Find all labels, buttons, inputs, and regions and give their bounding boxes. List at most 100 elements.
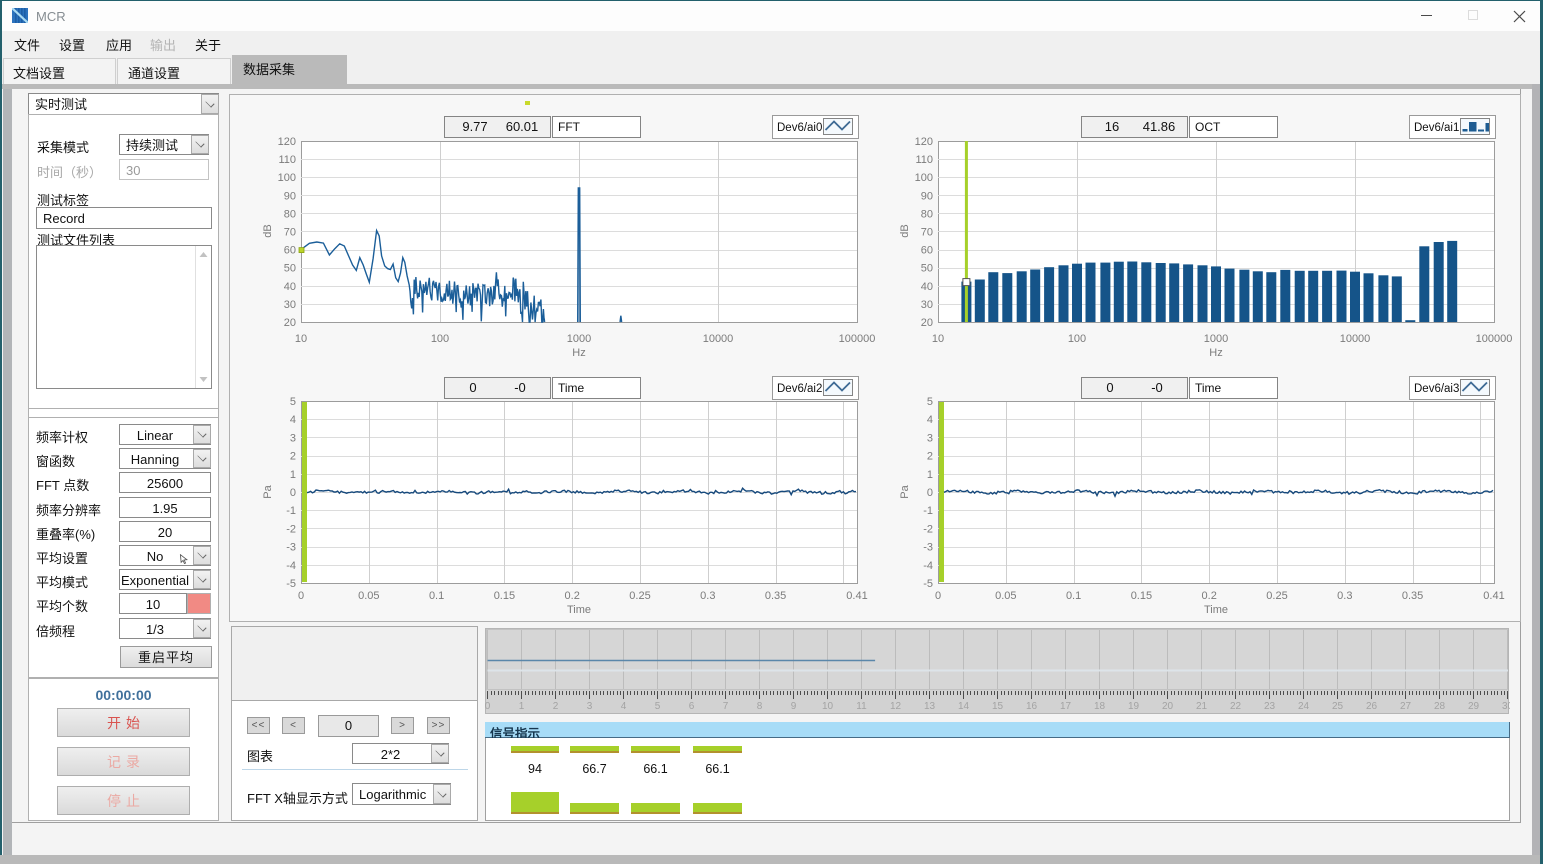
svg-text:-0: -0 — [514, 380, 526, 395]
svg-text:Dev6/ai1: Dev6/ai1 — [1414, 122, 1459, 134]
svg-text:12: 12 — [890, 701, 902, 712]
svg-text:Pa: Pa — [899, 484, 911, 498]
svg-text:0: 0 — [485, 701, 491, 712]
svg-text:5: 5 — [927, 396, 933, 408]
svg-text:8: 8 — [757, 701, 763, 712]
svg-text:0.25: 0.25 — [1266, 590, 1287, 602]
svg-text:0.35: 0.35 — [1402, 590, 1423, 602]
svg-text:1000: 1000 — [567, 333, 591, 345]
svg-text:0.2: 0.2 — [565, 590, 580, 602]
svg-text:1: 1 — [519, 701, 525, 712]
svg-text:60.01: 60.01 — [506, 119, 539, 134]
svg-text:4: 4 — [290, 414, 296, 426]
svg-text:0: 0 — [1106, 380, 1113, 395]
svg-text:30: 30 — [284, 299, 296, 311]
svg-text:70: 70 — [921, 227, 933, 239]
svg-text:5: 5 — [655, 701, 661, 712]
svg-text:80: 80 — [284, 208, 296, 220]
svg-text:19: 19 — [1128, 701, 1140, 712]
svg-text:10000: 10000 — [1340, 333, 1371, 345]
svg-text:0.15: 0.15 — [494, 590, 515, 602]
svg-text:120: 120 — [915, 136, 933, 148]
svg-text:100000: 100000 — [1476, 333, 1513, 345]
svg-text:Hz: Hz — [572, 347, 585, 359]
svg-text:-3: -3 — [923, 542, 933, 554]
svg-text:-0: -0 — [1151, 380, 1163, 395]
svg-text:0.15: 0.15 — [1131, 590, 1152, 602]
svg-text:0.41: 0.41 — [846, 590, 867, 602]
svg-text:2: 2 — [290, 451, 296, 463]
svg-text:13: 13 — [924, 701, 936, 712]
svg-text:0: 0 — [290, 487, 296, 499]
svg-text:60: 60 — [284, 245, 296, 257]
svg-text:-2: -2 — [286, 523, 296, 535]
svg-text:20: 20 — [1162, 701, 1174, 712]
svg-text:-5: -5 — [286, 578, 296, 590]
svg-text:70: 70 — [284, 227, 296, 239]
svg-text:100: 100 — [278, 172, 296, 184]
svg-text:0: 0 — [469, 380, 476, 395]
svg-text:90: 90 — [921, 190, 933, 202]
svg-text:OCT: OCT — [1195, 120, 1221, 134]
svg-text:1000: 1000 — [1204, 333, 1228, 345]
svg-text:23: 23 — [1264, 701, 1276, 712]
svg-text:22: 22 — [1230, 701, 1242, 712]
svg-text:0: 0 — [935, 590, 941, 602]
svg-text:4: 4 — [621, 701, 627, 712]
svg-text:-1: -1 — [923, 505, 933, 517]
svg-text:29: 29 — [1468, 701, 1480, 712]
svg-text:Pa: Pa — [262, 484, 274, 498]
svg-text:80: 80 — [921, 208, 933, 220]
svg-text:100: 100 — [915, 172, 933, 184]
svg-text:30: 30 — [921, 299, 933, 311]
svg-text:10: 10 — [295, 333, 307, 345]
svg-text:Time: Time — [1195, 381, 1222, 395]
svg-text:18: 18 — [1094, 701, 1106, 712]
svg-text:2: 2 — [927, 451, 933, 463]
svg-text:Time: Time — [558, 381, 585, 395]
svg-text:110: 110 — [915, 154, 933, 166]
svg-text:16: 16 — [1105, 119, 1119, 134]
svg-text:0.1: 0.1 — [1066, 590, 1081, 602]
svg-text:10: 10 — [822, 701, 834, 712]
svg-text:10000: 10000 — [703, 333, 734, 345]
svg-text:27: 27 — [1400, 701, 1412, 712]
svg-text:20: 20 — [284, 317, 296, 329]
svg-text:0.05: 0.05 — [995, 590, 1016, 602]
svg-text:Dev6/ai2: Dev6/ai2 — [777, 383, 822, 395]
svg-text:28: 28 — [1434, 701, 1446, 712]
svg-text:-1: -1 — [286, 505, 296, 517]
svg-text:Time: Time — [567, 604, 591, 616]
svg-text:24: 24 — [1298, 701, 1310, 712]
svg-text:5: 5 — [290, 396, 296, 408]
svg-text:41.86: 41.86 — [1143, 119, 1176, 134]
svg-text:9: 9 — [791, 701, 797, 712]
svg-text:0.3: 0.3 — [1337, 590, 1352, 602]
svg-text:Dev6/ai3: Dev6/ai3 — [1414, 383, 1459, 395]
svg-text:7: 7 — [723, 701, 729, 712]
svg-text:0.05: 0.05 — [358, 590, 379, 602]
svg-text:25: 25 — [1332, 701, 1344, 712]
svg-text:11: 11 — [856, 701, 867, 712]
svg-text:90: 90 — [284, 190, 296, 202]
svg-text:-4: -4 — [923, 560, 933, 572]
svg-text:0.41: 0.41 — [1483, 590, 1504, 602]
svg-text:Hz: Hz — [1209, 347, 1222, 359]
svg-text:-2: -2 — [923, 523, 933, 535]
svg-text:3: 3 — [290, 432, 296, 444]
svg-text:60: 60 — [921, 245, 933, 257]
svg-text:-4: -4 — [286, 560, 296, 572]
svg-text:0: 0 — [298, 590, 304, 602]
svg-text:3: 3 — [927, 432, 933, 444]
svg-text:26: 26 — [1366, 701, 1378, 712]
svg-text:Dev6/ai0: Dev6/ai0 — [777, 122, 822, 134]
svg-text:14: 14 — [958, 701, 970, 712]
svg-text:2: 2 — [553, 701, 559, 712]
svg-text:3: 3 — [587, 701, 593, 712]
svg-text:50: 50 — [921, 263, 933, 275]
svg-text:15: 15 — [992, 701, 1004, 712]
svg-text:4: 4 — [927, 414, 933, 426]
svg-text:100: 100 — [1068, 333, 1086, 345]
svg-text:0.25: 0.25 — [629, 590, 650, 602]
svg-text:dB: dB — [899, 224, 911, 237]
